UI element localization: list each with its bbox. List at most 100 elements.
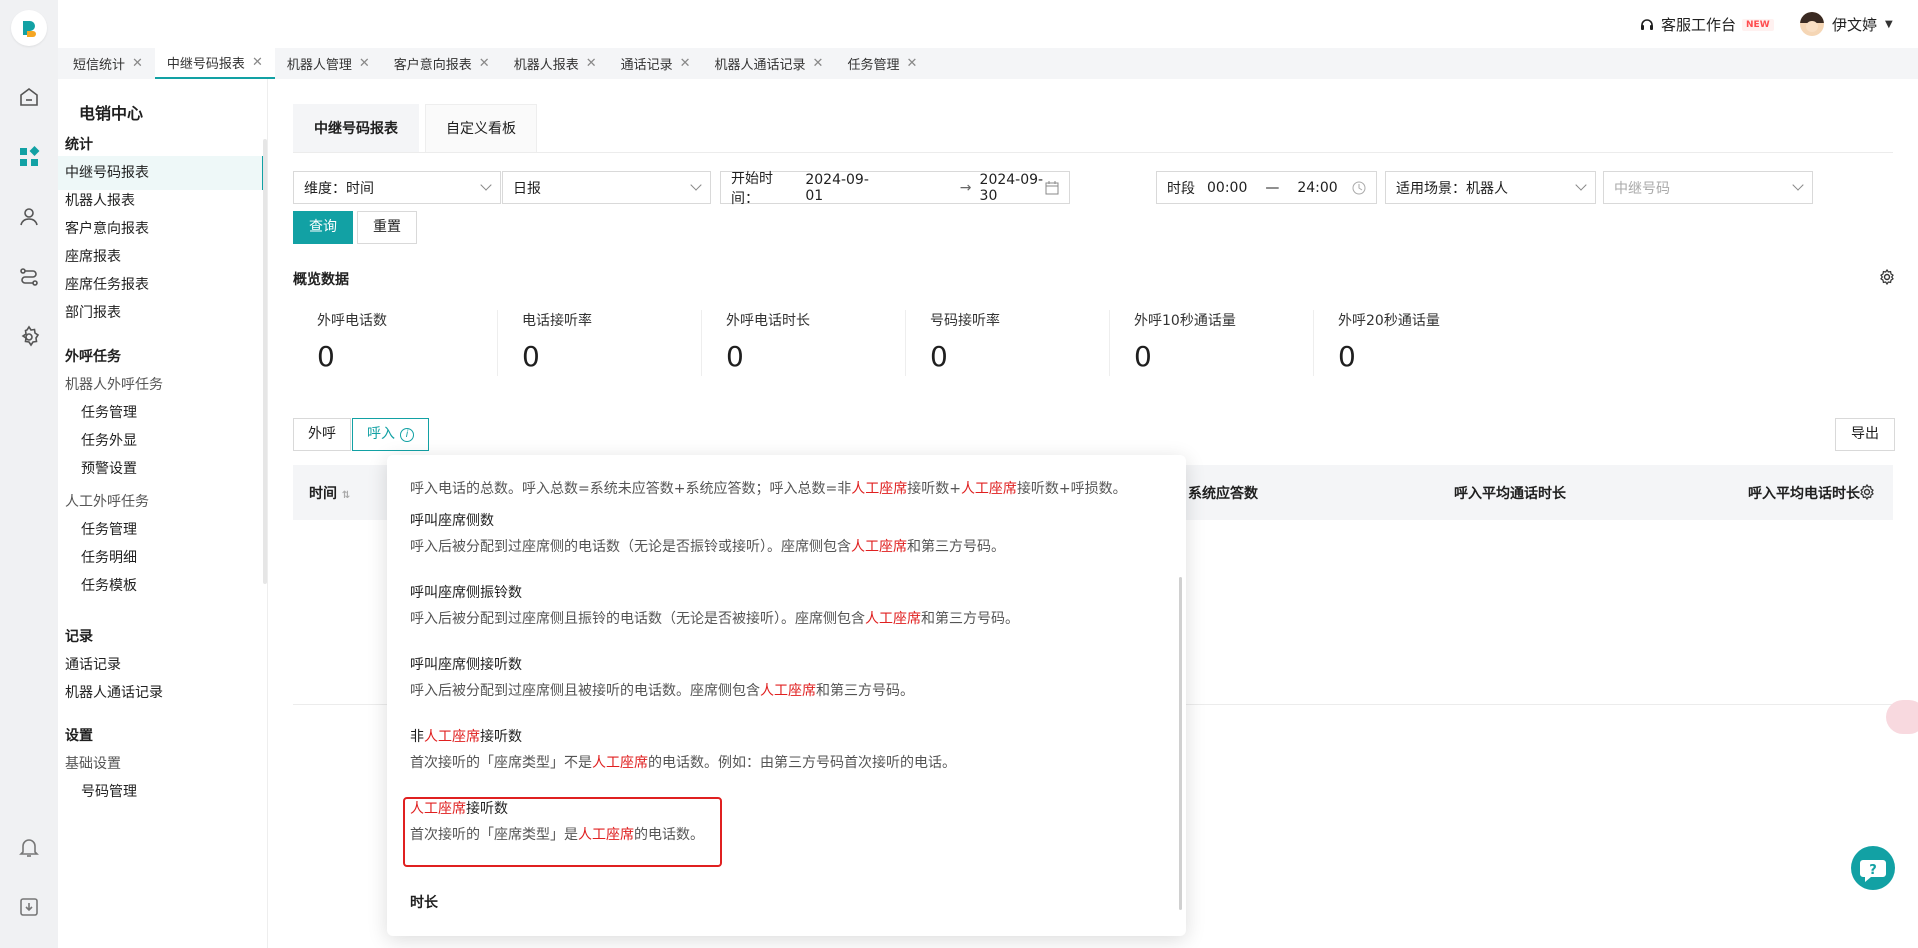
text-segment: 接听数 [480, 729, 522, 745]
kpi-card: 外呼电话时长 0 [701, 310, 905, 376]
tab-divider [293, 152, 1893, 153]
text-segment: 接听数 [466, 801, 508, 817]
kpi-value: 0 [726, 340, 744, 373]
open-tab[interactable]: 客户意向报表 ✕ [382, 48, 502, 79]
close-icon[interactable]: ✕ [680, 56, 691, 71]
highlight-term: 人工座席 [865, 611, 921, 627]
route-icon[interactable] [17, 265, 41, 289]
open-tab[interactable]: 中继号码报表 ✕ [154, 48, 275, 79]
text-segment: 的电话数。 [634, 827, 704, 843]
translate-float-button[interactable] [1886, 700, 1918, 734]
time-end-input[interactable]: 24:00 [1297, 180, 1337, 196]
trunk-number-select[interactable]: 中继号码 [1603, 171, 1813, 204]
menu-item[interactable]: 预警设置 [58, 452, 264, 486]
help-button[interactable]: ? [1851, 846, 1895, 890]
metric-title: 呼叫座席侧接听数 [410, 657, 522, 673]
gear-icon[interactable] [1859, 484, 1875, 500]
close-icon[interactable]: ✕ [479, 56, 490, 71]
text-segment: 和第三方号码。 [816, 683, 914, 699]
header-system-answered: 系统应答数 [1188, 486, 1258, 502]
home-icon[interactable] [17, 85, 41, 109]
duration-section-title: 时长 [410, 895, 438, 911]
open-tab[interactable]: 机器人管理 ✕ [275, 48, 382, 79]
kpi-value: 0 [1338, 340, 1356, 373]
kpi-value: 0 [522, 340, 540, 373]
tab-trunk-report[interactable]: 中继号码报表 [293, 104, 419, 152]
menu-scrollbar[interactable] [263, 139, 267, 584]
clock-icon [1352, 181, 1366, 195]
period-select[interactable]: 日报 [502, 171, 711, 204]
period-value: 日报 [513, 180, 541, 197]
kpi-value: 0 [1134, 340, 1152, 373]
app-logo[interactable] [11, 10, 47, 46]
sort-icon[interactable]: ⇅ [342, 490, 350, 501]
caret-down-icon: ▼ [1885, 18, 1893, 30]
workspace-link[interactable]: 客服工作台 NEW [1639, 14, 1774, 35]
tab-custom-board[interactable]: 自定义看板 [425, 104, 537, 152]
contacts-icon[interactable] [17, 205, 41, 229]
query-button[interactable]: 查询 [293, 211, 353, 244]
metric-title: 呼叫座席侧振铃数 [410, 585, 522, 601]
gear-icon[interactable] [1879, 269, 1895, 285]
info-icon[interactable]: i [400, 427, 414, 442]
inbound-label: 呼入 [367, 426, 395, 442]
header-time[interactable]: 时间 ⇅ [309, 483, 350, 503]
close-icon[interactable]: ✕ [586, 56, 597, 71]
date-range-picker[interactable]: 开始时间： 2024-09-01 → 2024-09-30 [720, 171, 1070, 207]
svg-text:?: ? [1869, 863, 1877, 878]
calendar-icon [1045, 181, 1059, 195]
metric-desc: 呼入后被分配到过座席侧且被接听的电话数。座席侧包含人工座席和第三方号码。 [410, 680, 914, 700]
apps-icon[interactable] [17, 145, 41, 169]
bell-icon[interactable] [17, 835, 41, 859]
kpi-label: 号码接听率 [930, 313, 1000, 329]
time-start-input[interactable]: 00:00 [1207, 180, 1247, 196]
reset-button[interactable]: 重置 [357, 211, 417, 244]
icon-rail [0, 0, 58, 948]
menu-item[interactable]: 部门报表 [58, 296, 264, 330]
close-icon[interactable]: ✕ [813, 56, 824, 71]
open-tab-label: 客户意向报表 [393, 58, 472, 73]
export-button[interactable]: 导出 [1835, 418, 1895, 451]
open-tab[interactable]: 机器人通话记录 ✕ [703, 48, 836, 79]
scene-value: 适用场景：机器人 [1396, 180, 1508, 197]
download-icon[interactable] [17, 895, 41, 919]
highlight-term: 人工座席 [410, 801, 466, 817]
menu-item[interactable]: 号码管理 [58, 775, 264, 809]
kpi-card: 外呼10秒通话量 0 [1109, 310, 1313, 376]
header-avg-call-time: 呼入平均电话时长 [1748, 486, 1860, 502]
menu-item[interactable]: 任务模板 [58, 569, 264, 603]
dimension-select[interactable]: 维度：时间 [293, 171, 501, 204]
open-tab[interactable]: 任务管理 ✕ [835, 48, 929, 79]
kpi-card: 号码接听率 0 [905, 310, 1109, 376]
text-segment: 呼入后被分配到过座席侧的电话数（无论是否振铃或接听）。座席侧包含 [410, 539, 851, 555]
tooltip-scrollbar[interactable] [1179, 577, 1182, 910]
user-menu[interactable]: 伊文婷 ▼ [1800, 12, 1893, 36]
avatar [1800, 12, 1824, 36]
highlight-term: 人工座席 [960, 481, 1017, 497]
highlight-term: 人工座席 [578, 827, 634, 843]
settings-icon[interactable] [17, 325, 41, 349]
tab-inbound[interactable]: 呼入 i [352, 418, 429, 451]
chevron-down-icon [690, 179, 702, 191]
open-tab-label: 任务管理 [847, 58, 900, 73]
open-tab[interactable]: 短信统计 ✕ [61, 48, 155, 79]
open-tab[interactable]: 机器人报表 ✕ [502, 48, 609, 79]
tab-outbound[interactable]: 外呼 [293, 418, 351, 451]
text-segment: 呼入电话的总数。呼入总数=系统未应答数+系统应答数；呼入总数=非 [410, 481, 852, 497]
close-icon[interactable]: ✕ [906, 56, 917, 71]
chevron-down-icon [480, 179, 492, 191]
close-icon[interactable]: ✕ [252, 55, 263, 70]
kpi-label: 外呼20秒通话量 [1338, 313, 1440, 329]
time-range-picker[interactable]: 时段 00:00 — 24:00 [1156, 171, 1377, 204]
top-bar: 客服工作台 NEW 伊文婷 ▼ [58, 0, 1918, 48]
metric-desc: 首次接听的「座席类型」不是人工座席的电话数。例如：由第三方号码首次接听的电话。 [410, 752, 956, 772]
scene-select[interactable]: 适用场景：机器人 [1385, 171, 1596, 204]
metric-desc: 呼入后被分配到过座席侧的电话数（无论是否振铃或接听）。座席侧包含人工座席和第三方… [410, 536, 1005, 556]
start-date-input[interactable]: 2024-09-01 [805, 172, 884, 204]
trunk-number-placeholder: 中继号码 [1614, 180, 1670, 197]
open-tab[interactable]: 通话记录 ✕ [609, 48, 703, 79]
close-icon[interactable]: ✕ [359, 56, 370, 71]
menu-item[interactable]: 机器人通话记录 [58, 676, 264, 710]
close-icon[interactable]: ✕ [132, 56, 143, 71]
kpi-label: 电话接听率 [522, 313, 592, 329]
